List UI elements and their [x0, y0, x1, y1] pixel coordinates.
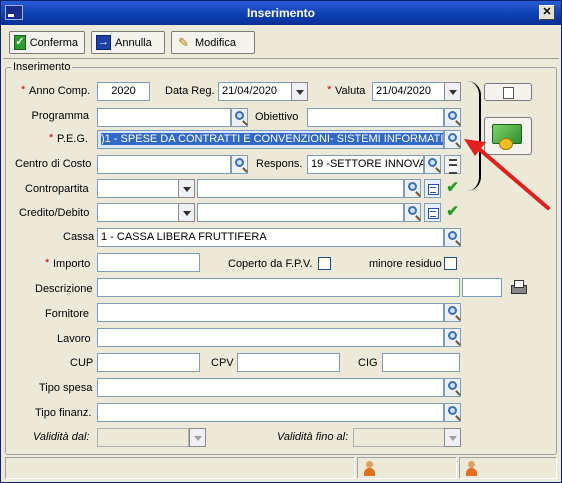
annotation-arrow-line [476, 146, 550, 210]
annotation-arrow-overlay [464, 139, 550, 210]
